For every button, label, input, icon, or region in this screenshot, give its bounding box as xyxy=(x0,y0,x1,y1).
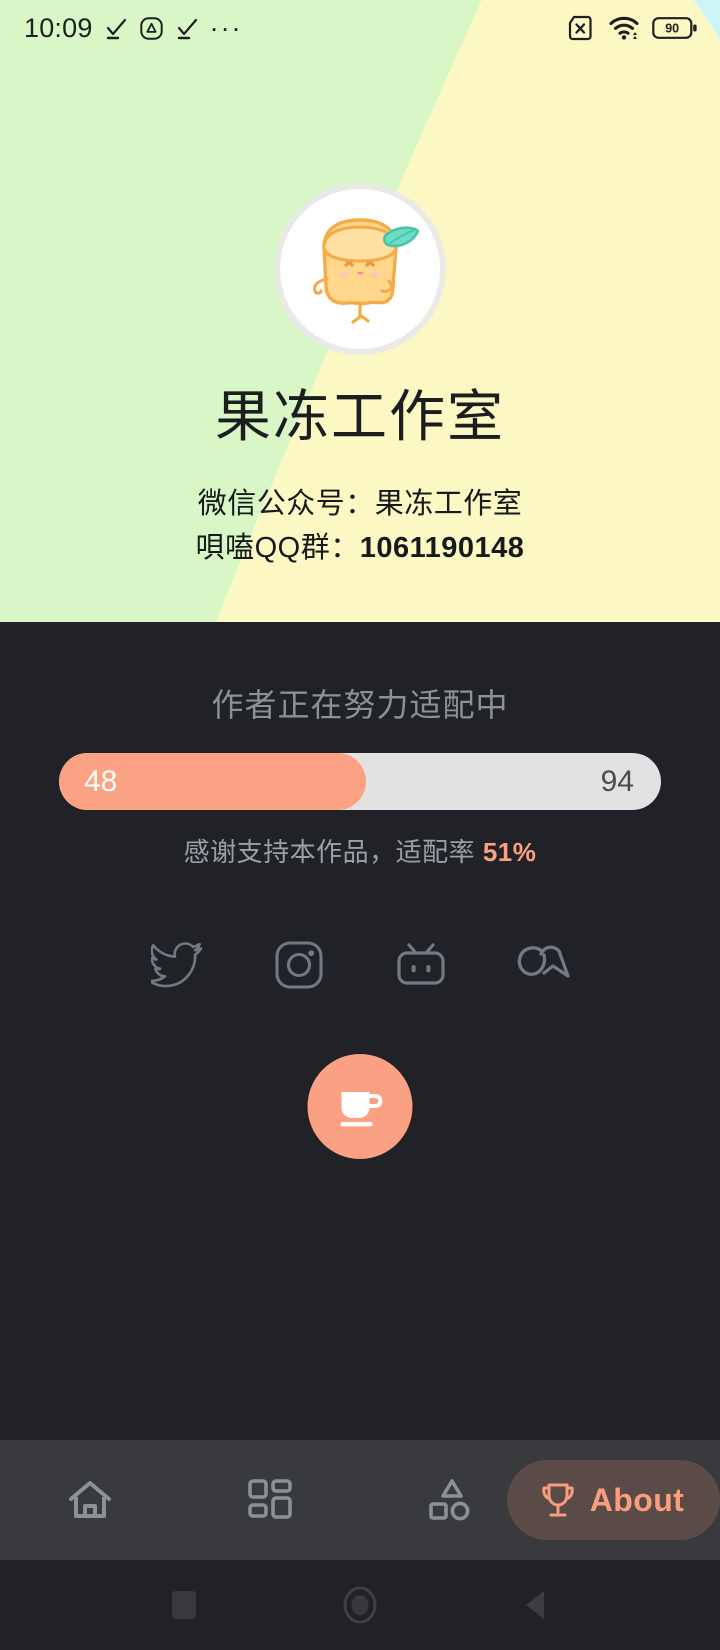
nav-home[interactable] xyxy=(0,1440,180,1560)
square-recents-icon xyxy=(172,1591,196,1619)
wifi-icon xyxy=(609,16,639,40)
qq-line: 唄嗑QQ群：1061190148 xyxy=(0,526,720,570)
check-mark-icon xyxy=(177,18,197,40)
grid-dashboard-icon xyxy=(248,1479,292,1519)
status-time: 10:09 xyxy=(24,12,93,43)
avatar[interactable] xyxy=(280,189,440,349)
wechat-line: 微信公众号：果冻工作室 xyxy=(197,488,523,520)
coolapk-icon[interactable] xyxy=(515,937,571,993)
thanks-text: 感谢支持本作品，适配率 51% xyxy=(0,832,720,869)
instagram-icon[interactable] xyxy=(271,937,327,993)
adaptation-status-title: 作者正在努力适配中 xyxy=(211,687,509,723)
shapes-icon xyxy=(429,1479,470,1521)
status-bar-left: 10:09 ··· xyxy=(0,13,243,44)
social-links xyxy=(0,937,720,993)
circle-home-icon xyxy=(343,1586,377,1624)
twitter-icon[interactable] xyxy=(149,937,205,993)
system-navigation-bar xyxy=(0,1560,720,1650)
triangle-back-icon xyxy=(526,1591,544,1619)
qq-number: 1061190148 xyxy=(359,532,525,564)
content-area: 作者正在努力适配中 48 94 感谢支持本作品，适配率 51% xyxy=(0,622,720,1440)
progress-current-value: 48 xyxy=(84,765,118,798)
qq-label: 唄嗑QQ群： xyxy=(195,532,360,564)
adaptation-progress-bar[interactable]: 48 94 xyxy=(59,753,661,810)
status-bar: 10:09 ··· 90 xyxy=(0,0,720,56)
back-button[interactable] xyxy=(448,1587,624,1623)
adaptation-rate: 51% xyxy=(482,837,537,867)
bottom-navigation: About xyxy=(0,1440,720,1560)
home-button[interactable] xyxy=(272,1584,448,1626)
coffee-cup-icon xyxy=(340,1091,382,1126)
triangle-alert-icon xyxy=(139,16,163,40)
status-bar-right: 90 xyxy=(566,15,720,41)
nav-dashboard[interactable] xyxy=(180,1440,360,1560)
bilibili-icon[interactable] xyxy=(393,937,449,993)
profile-header: 10:09 ··· 90 果冻工作室 微信公众号：果冻工作室 唄嗑QQ群：106… xyxy=(0,0,720,622)
battery-icon: 90 xyxy=(652,17,697,39)
jelly-pudding-avatar xyxy=(312,218,420,324)
tab-about-label: About xyxy=(589,1481,685,1518)
no-sim-icon xyxy=(568,15,592,41)
donate-coffee-button[interactable] xyxy=(307,1054,413,1159)
home-icon xyxy=(69,1481,111,1518)
battery-level: 90 xyxy=(665,22,679,36)
trophy-icon xyxy=(542,1483,574,1517)
progress-total-value: 94 xyxy=(600,765,634,798)
more-dots-icon: ··· xyxy=(209,13,243,43)
contact-block: 微信公众号：果冻工作室 唄嗑QQ群：1061190148 xyxy=(0,482,720,570)
thanks-prefix: 感谢支持本作品，适配率 xyxy=(183,837,483,867)
app-root: 10:09 ··· 90 果冻工作室 微信公众号：果冻工作室 唄嗑QQ群：106… xyxy=(0,0,720,1650)
check-mark-icon xyxy=(106,18,126,40)
recents-button[interactable] xyxy=(96,1588,272,1622)
page-title: 果冻工作室 xyxy=(215,385,505,448)
tab-about[interactable]: About xyxy=(507,1460,720,1540)
